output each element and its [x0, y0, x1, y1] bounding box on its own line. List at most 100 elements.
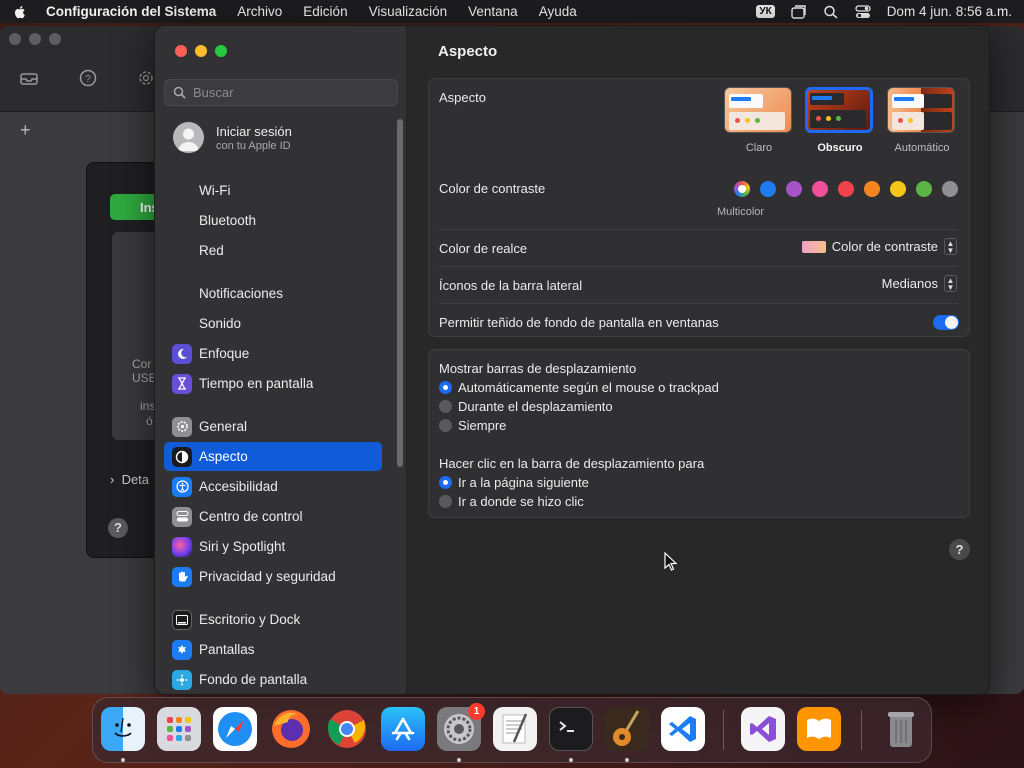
apple-id-signin[interactable]: Iniciar sesión con tu Apple ID: [173, 122, 292, 153]
close-button[interactable]: [175, 45, 187, 57]
sidebar-item-accesibilidad[interactable]: Accesibilidad: [164, 472, 382, 501]
bg-close-button[interactable]: [9, 33, 21, 45]
menu-ayuda[interactable]: Ayuda: [539, 4, 577, 19]
textedit-icon[interactable]: [493, 707, 537, 751]
keyboard-input-badge[interactable]: УК: [756, 5, 775, 18]
trash-icon[interactable]: [879, 707, 923, 751]
window-icon[interactable]: [790, 4, 807, 19]
settings-window: Buscar Iniciar sesión con tu Apple ID Wi…: [154, 25, 990, 695]
control-center-icon[interactable]: [855, 4, 871, 19]
accent-swatch-pink[interactable]: [812, 181, 828, 197]
sidebar-item-pantallas[interactable]: Pantallas: [164, 635, 382, 664]
vscode-icon[interactable]: [661, 707, 705, 751]
menu-archivo[interactable]: Archivo: [237, 4, 282, 19]
sidebar-icon-size-popup[interactable]: Medianos ▲ ▼: [882, 275, 957, 292]
highlight-color-popup[interactable]: Color de contraste ▲ ▼: [801, 238, 957, 255]
safari-icon[interactable]: [213, 707, 257, 751]
sidebar-item-siri-spotlight[interactable]: Siri y Spotlight: [164, 532, 382, 561]
sidebar-item-enfoque[interactable]: Enfoque: [164, 339, 382, 368]
dock-separator: [723, 710, 724, 750]
sidebar-item-wifi[interactable]: Wi-Fi: [164, 176, 382, 205]
menu-app-name[interactable]: Configuración del Sistema: [46, 4, 216, 19]
visual-studio-icon[interactable]: [741, 707, 785, 751]
menubar-datetime[interactable]: Dom 4 jun. 8:56 a.m.: [887, 4, 1012, 19]
menu-visualizacion[interactable]: Visualización: [369, 4, 448, 19]
sidebar-item-fondo-de-pantalla[interactable]: Fondo de pantalla: [164, 665, 382, 694]
sidebar-item-aspecto[interactable]: Aspecto: [164, 442, 382, 471]
sidebar-item-escritorio-dock[interactable]: Escritorio y Dock: [164, 605, 382, 634]
click-radio-clicked-spot[interactable]: Ir a donde se hizo clic: [439, 494, 584, 509]
sidebar-scrollbar[interactable]: [397, 119, 403, 467]
radio-label: Siempre: [458, 418, 507, 433]
sidebar-item-bluetooth[interactable]: Bluetooth: [164, 206, 382, 235]
apple-icon[interactable]: [12, 4, 28, 20]
gear-icon[interactable]: [136, 68, 156, 88]
sidebar-item-general[interactable]: General: [164, 412, 382, 441]
appearance-option-auto[interactable]: Automático: [887, 87, 957, 154]
minimize-button[interactable]: [195, 45, 207, 57]
person-icon: [178, 128, 199, 151]
sidebar-item-label: Notificaciones: [199, 286, 284, 301]
bg-minimize-button[interactable]: [29, 33, 41, 45]
appearance-option-label: Obscuro: [817, 142, 863, 154]
highlight-color-value: Color de contraste: [831, 239, 938, 254]
scrollbars-radio-scrolling[interactable]: Durante el desplazamiento: [439, 399, 613, 414]
account-subtitle: con tu Apple ID: [216, 139, 291, 152]
sidebar-item-centro-de-control[interactable]: Centro de control: [164, 502, 382, 531]
sidebar-item-sonido[interactable]: Sonido: [164, 309, 382, 338]
menu-edicion[interactable]: Edición: [303, 4, 347, 19]
account-title: Iniciar sesión: [216, 123, 292, 139]
wallpaper-icon: [172, 669, 192, 690]
background-help-button[interactable]: ?: [108, 518, 128, 538]
radio-label: Durante el desplazamiento: [458, 399, 613, 414]
help-circle-icon[interactable]: ?: [78, 68, 98, 88]
wallpaper-tinting-toggle[interactable]: [933, 315, 959, 330]
appearance-option-light[interactable]: Claro: [724, 87, 794, 154]
menu-ventana[interactable]: Ventana: [468, 4, 518, 19]
search-icon[interactable]: [823, 5, 839, 19]
help-button[interactable]: ?: [949, 539, 970, 560]
sidebar-item-red[interactable]: Red: [164, 236, 382, 265]
sidebar-item-label: Siri y Spotlight: [199, 539, 286, 554]
background-details-label: Deta: [121, 472, 150, 487]
accent-swatch-red[interactable]: [838, 181, 854, 197]
accent-swatch-yellow[interactable]: [890, 181, 906, 197]
sidebar-item-tiempo-en-pantalla[interactable]: Tiempo en pantalla: [164, 369, 382, 398]
terminal-icon[interactable]: [549, 707, 593, 751]
accent-swatch-green[interactable]: [916, 181, 932, 197]
accent-swatch-orange[interactable]: [864, 181, 880, 197]
radio-label: Automáticamente según el mouse o trackpa…: [458, 380, 719, 395]
sidebar-item-notificaciones[interactable]: Notificaciones: [164, 279, 382, 308]
appearance-option-dark[interactable]: Obscuro: [805, 87, 875, 154]
accent-swatch-multicolor[interactable]: [734, 181, 750, 197]
background-details-disclosure[interactable]: › Deta: [110, 472, 149, 487]
launchpad-icon[interactable]: [157, 707, 201, 751]
search-field[interactable]: Buscar: [164, 79, 398, 106]
background-text: USB: [132, 371, 157, 385]
accent-swatch-purple[interactable]: [786, 181, 802, 197]
accent-color-label: Color de contraste: [439, 181, 546, 196]
books-icon[interactable]: [797, 707, 841, 751]
tray-icon[interactable]: [19, 68, 39, 88]
add-icon[interactable]: +: [20, 120, 31, 141]
scrollbars-radio-always[interactable]: Siempre: [439, 418, 506, 433]
guitar-icon[interactable]: [605, 707, 649, 751]
finder-icon[interactable]: [101, 707, 145, 751]
accent-swatch-blue[interactable]: [760, 181, 776, 197]
scrollbars-radio-auto[interactable]: Automáticamente según el mouse o trackpa…: [439, 380, 719, 395]
chrome-icon[interactable]: [325, 707, 369, 751]
app-store-icon[interactable]: [381, 707, 425, 751]
firefox-icon[interactable]: [269, 707, 313, 751]
running-indicator: [569, 758, 573, 762]
scrollbar-settings-group: Mostrar barras de desplazamiento Automát…: [428, 349, 970, 518]
dock-separator: [861, 710, 862, 750]
radio-button: [439, 381, 452, 394]
accent-swatch-graphite[interactable]: [942, 181, 958, 197]
click-radio-next-page[interactable]: Ir a la página siguiente: [439, 475, 589, 490]
system-settings-dock-icon[interactable]: 1: [437, 703, 485, 751]
search-placeholder: Buscar: [193, 85, 234, 100]
zoom-button[interactable]: [215, 45, 227, 57]
sidebar-item-privacidad[interactable]: Privacidad y seguridad: [164, 562, 382, 591]
window-controls: [175, 45, 227, 57]
bg-zoom-button[interactable]: [49, 33, 61, 45]
